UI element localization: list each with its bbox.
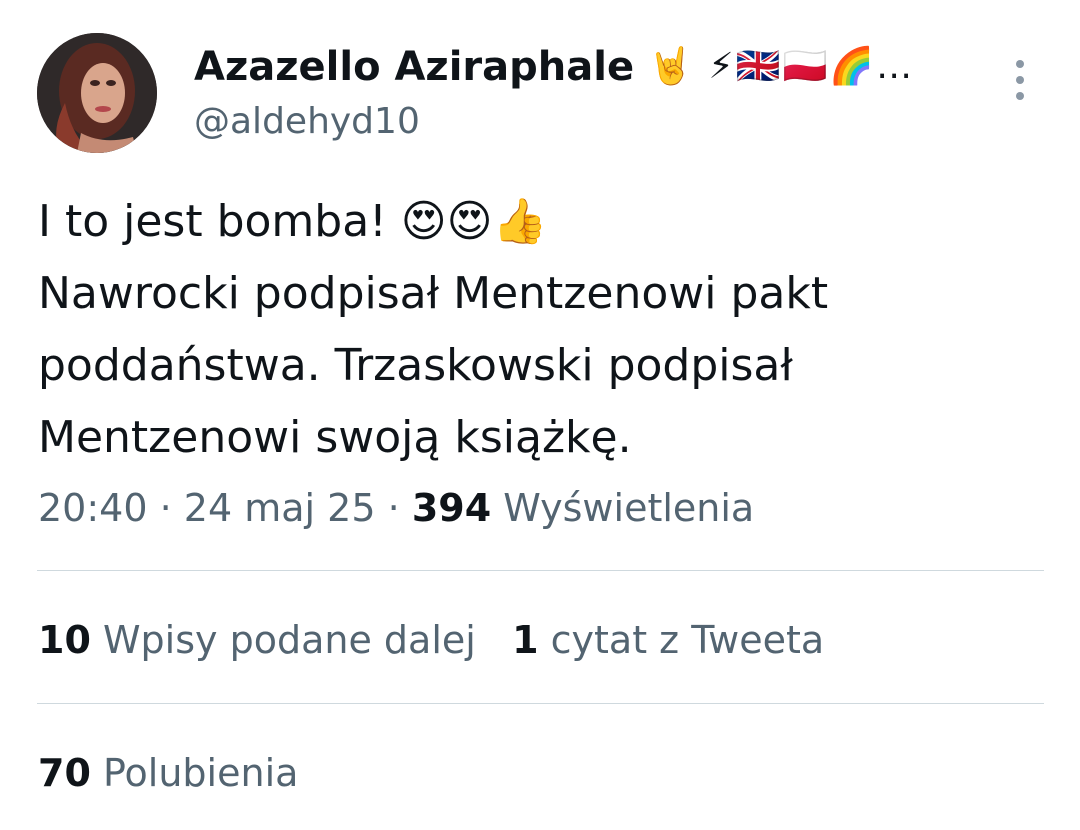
retweets-stat[interactable]: 10 Wpisy podane dalej bbox=[38, 618, 476, 662]
divider bbox=[37, 570, 1044, 571]
likes-stat[interactable]: 70 Polubienia bbox=[38, 751, 298, 795]
author-name[interactable]: Azazello Aziraphale 🤘 ⚡🇬🇧🇵🇱🌈… bbox=[194, 42, 914, 92]
likes-count: 70 bbox=[38, 751, 91, 795]
views-label: Wyświetlenia bbox=[503, 486, 755, 530]
meta-separator: · bbox=[387, 486, 400, 530]
likes-label: Polubienia bbox=[102, 751, 299, 795]
retweets-label: Wpisy podane dalej bbox=[102, 618, 476, 662]
profile-photo-icon bbox=[37, 33, 157, 153]
tweet-line: Mentzenowi swoją książkę. bbox=[38, 412, 632, 463]
views-count: 394 bbox=[411, 486, 492, 530]
likes-row: 70 Polubienia bbox=[38, 745, 298, 801]
avatar[interactable] bbox=[37, 33, 157, 153]
quotes-label: cytat z Tweeta bbox=[550, 618, 825, 662]
tweet-time[interactable]: 20:40 bbox=[38, 486, 148, 530]
author-handle[interactable]: @aldehyd10 bbox=[194, 98, 420, 146]
quotes-stat[interactable]: 1 cytat z Tweeta bbox=[512, 618, 824, 662]
engagement-stats: 10 Wpisy podane dalej 1 cytat z Tweeta bbox=[38, 612, 824, 668]
tweet-line: I to jest bomba! 😍😍👍 bbox=[38, 196, 548, 247]
tweet-date[interactable]: 24 maj 25 bbox=[184, 486, 376, 530]
tweet-text: I to jest bomba! 😍😍👍 Nawrocki podpisał M… bbox=[38, 186, 1048, 474]
more-options-button[interactable] bbox=[1004, 58, 1036, 102]
tweet-line: Nawrocki podpisał Mentzenowi pakt bbox=[38, 268, 829, 319]
name-emojis: 🤘 ⚡🇬🇧🇵🇱🌈… bbox=[648, 46, 915, 87]
retweets-count: 10 bbox=[38, 618, 91, 662]
tweet-line: poddaństwa. Trzaskowski podpisał bbox=[38, 340, 793, 391]
more-dot-icon bbox=[1016, 60, 1024, 68]
meta-separator: · bbox=[159, 486, 172, 530]
display-name-text[interactable]: Azazello Aziraphale bbox=[194, 42, 634, 92]
more-dot-icon bbox=[1016, 92, 1024, 100]
more-dot-icon bbox=[1016, 76, 1024, 84]
quotes-count: 1 bbox=[512, 618, 539, 662]
divider bbox=[37, 703, 1044, 704]
tweet-meta: 20:40 · 24 maj 25 · 394 Wyświetlenia bbox=[38, 480, 754, 536]
